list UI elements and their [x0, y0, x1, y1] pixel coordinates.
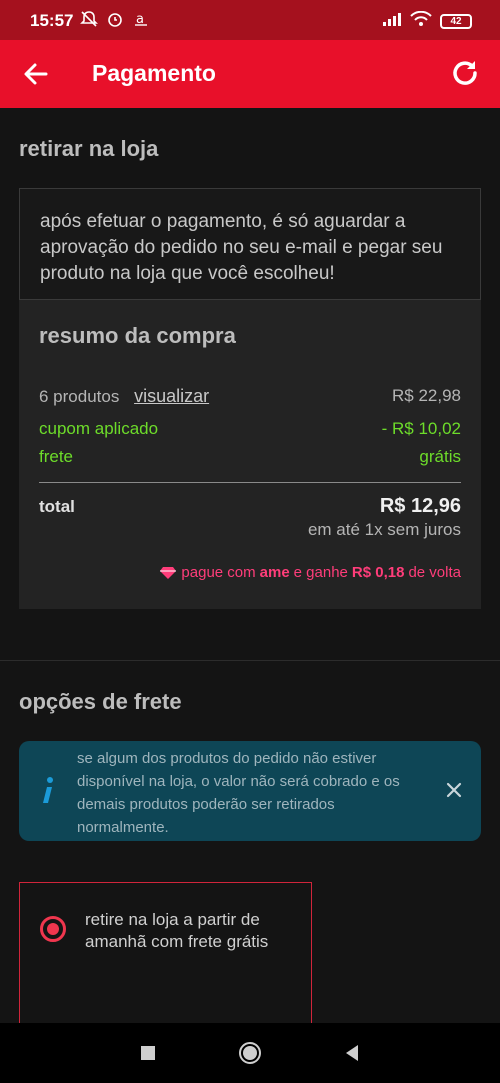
shipping-row: frete grátis — [39, 447, 461, 467]
order-summary: resumo da compra 6 produtos visualizar R… — [19, 300, 481, 609]
products-value: R$ 22,98 — [392, 386, 461, 405]
view-products-link[interactable]: visualizar — [134, 386, 209, 406]
info-notice: se algum dos produtos do pedido não esti… — [19, 741, 481, 841]
radio-selected[interactable] — [40, 916, 66, 942]
amazon-icon: a — [132, 10, 150, 28]
shipping-value: grátis — [419, 447, 461, 466]
close-notice-button[interactable] — [445, 781, 463, 799]
status-bar: 15:57 a 42 — [0, 0, 500, 40]
battery-indicator: 42 — [440, 14, 472, 29]
square-icon — [141, 1046, 155, 1060]
signal-icon — [382, 11, 402, 32]
section-divider — [0, 660, 500, 661]
ame-amount: R$ 0,18 — [351, 564, 405, 581]
home-button[interactable] — [238, 1041, 262, 1065]
products-row: 6 produtos visualizar R$ 22,98 — [39, 386, 461, 407]
system-navigation-bar — [0, 1023, 500, 1083]
total-label: total — [39, 497, 75, 516]
shipping-options-title: opções de frete — [19, 689, 182, 714]
refresh-icon — [453, 61, 477, 85]
back-button[interactable] — [18, 56, 54, 92]
close-icon — [446, 782, 462, 798]
arrow-left-icon — [24, 63, 48, 85]
diamond-icon — [160, 566, 177, 579]
notice-text: se algum dos produtos do pedido não esti… — [77, 750, 400, 836]
refresh-button[interactable] — [446, 54, 484, 92]
ame-suffix: de volta — [408, 564, 461, 581]
app-bar: Pagamento — [0, 40, 500, 108]
alarm-icon — [106, 10, 124, 28]
wifi-icon — [410, 10, 432, 32]
triangle-back-icon — [346, 1045, 358, 1061]
total-value: R$ 12,96 — [379, 495, 461, 517]
pickup-message: após efetuar o pagamento, é só aguardar … — [40, 211, 443, 284]
ame-middle: e ganhe — [293, 564, 348, 581]
pickup-info-card: após efetuar o pagamento, é só aguardar … — [19, 188, 481, 300]
shipping-label: frete — [39, 447, 74, 466]
circle-icon — [239, 1042, 261, 1064]
divider — [39, 482, 461, 483]
recents-button[interactable] — [136, 1041, 160, 1065]
products-label: 6 produtos — [39, 387, 120, 406]
summary-title: resumo da compra — [39, 323, 236, 348]
installments-text: em até 1x sem juros — [307, 520, 461, 539]
page-title: Pagamento — [92, 60, 216, 86]
bell-off-icon — [80, 10, 98, 28]
coupon-value: - R$ 10,02 — [381, 419, 461, 438]
shipping-option-pickup[interactable]: retire na loja a partir de amanhã com fr… — [19, 882, 312, 1032]
info-icon — [39, 775, 55, 807]
shipping-option-label: retire na loja a partir de amanhã com fr… — [85, 910, 269, 951]
ame-prefix: pague com — [181, 564, 256, 581]
coupon-row: cupom aplicado - R$ 10,02 — [39, 419, 461, 439]
ame-cashback: pague com ame e ganhe R$ 0,18 de volta — [159, 564, 461, 581]
coupon-label: cupom aplicado — [39, 419, 159, 438]
back-nav-button[interactable] — [340, 1041, 364, 1065]
status-time: 15:57 — [30, 11, 74, 30]
pickup-title: retirar na loja — [19, 136, 159, 161]
ame-brand: ame — [259, 564, 290, 581]
